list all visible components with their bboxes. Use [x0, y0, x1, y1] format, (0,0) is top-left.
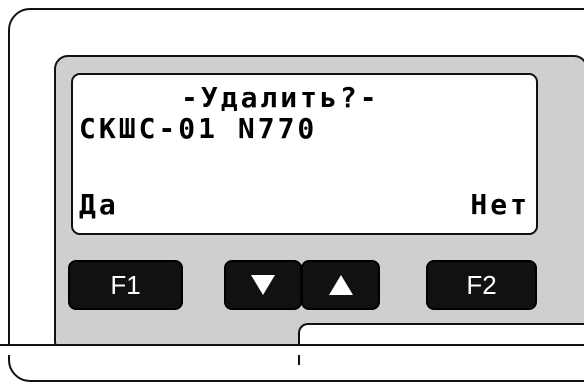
- f2-key[interactable]: F2: [428, 262, 535, 308]
- option-no-label: Нет: [470, 188, 530, 221]
- bottom-cover: [0, 345, 584, 355]
- down-arrow-key[interactable]: [226, 262, 300, 308]
- f2-key-label: F2: [466, 269, 497, 300]
- f1-key-label: F1: [110, 269, 141, 300]
- option-yes-label: Да: [79, 188, 119, 221]
- device-identifier: СКШС-01 N770: [79, 112, 318, 145]
- triangle-down-icon: [251, 275, 275, 295]
- up-arrow-key[interactable]: [303, 262, 378, 308]
- prompt-title: -Удалить?-: [181, 81, 380, 114]
- triangle-up-icon: [328, 275, 353, 295]
- f1-key[interactable]: F1: [70, 262, 181, 308]
- bottom-edge-line: [0, 344, 584, 346]
- lcd-display: -Удалить?- СКШС-01 N770 Да Нет: [71, 73, 538, 235]
